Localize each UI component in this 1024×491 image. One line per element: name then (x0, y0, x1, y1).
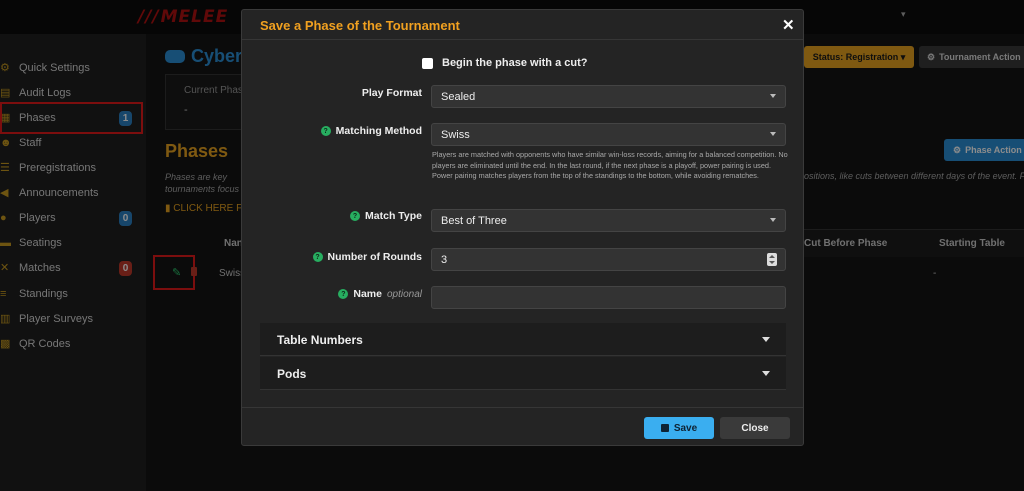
caret-down-icon (762, 371, 770, 376)
save-button[interactable]: Save (644, 417, 714, 439)
caret-down-icon (770, 218, 776, 222)
save-phase-modal: Save a Phase of the Tournament ✕ Begin t… (241, 9, 804, 446)
save-button-label: Save (673, 422, 698, 434)
match-type-label-text: Match Type (365, 210, 422, 222)
cut-option: Begin the phase with a cut? (422, 57, 587, 69)
name-label: ? Name optional (282, 287, 422, 301)
cut-checkbox[interactable] (422, 57, 433, 69)
help-icon[interactable]: ? (338, 289, 349, 299)
play-format-label-text: Play Format (361, 87, 422, 99)
modal-header: Save a Phase of the Tournament ✕ (242, 10, 803, 40)
help-icon[interactable]: ? (320, 126, 331, 136)
name-input[interactable] (431, 286, 786, 309)
play-format-select[interactable]: Sealed (431, 85, 786, 108)
rounds-label-text: Number of Rounds (327, 251, 423, 263)
floppy-disk-icon (660, 424, 669, 432)
caret-down-icon (770, 94, 776, 98)
match-type-label: ? Match Type (302, 209, 422, 223)
help-icon[interactable]: ? (350, 211, 361, 221)
optional-hint: optional (386, 288, 422, 300)
modal-footer (242, 407, 803, 445)
rounds-input[interactable]: 3 (431, 248, 786, 271)
close-button[interactable]: Close (720, 417, 790, 439)
play-format-label: Play Format (302, 86, 422, 100)
table-numbers-label: Table Numbers (277, 333, 363, 347)
stepper-icon[interactable] (767, 253, 777, 266)
modal-title: Save a Phase of the Tournament (260, 18, 460, 33)
matching-method-label-text: Matching Method (335, 125, 422, 137)
name-label-text: Name (353, 288, 382, 300)
matching-method-select[interactable]: Swiss (431, 123, 786, 146)
caret-down-icon (762, 337, 770, 342)
matching-method-value: Swiss (441, 129, 470, 141)
pods-section[interactable]: Pods (260, 357, 786, 390)
match-type-select[interactable]: Best of Three (431, 209, 786, 232)
matching-method-label: ? Matching Method (282, 124, 422, 138)
play-format-value: Sealed (441, 91, 476, 103)
help-icon[interactable]: ? (312, 252, 323, 262)
close-button-label: Close (741, 422, 769, 434)
match-type-value: Best of Three (441, 215, 507, 227)
table-numbers-section[interactable]: Table Numbers (260, 323, 786, 356)
caret-down-icon (770, 132, 776, 136)
rounds-value: 3 (441, 254, 448, 266)
matching-method-help: Players are matched with opponents who h… (432, 150, 788, 180)
pods-label: Pods (277, 367, 307, 381)
rounds-label: ? Number of Rounds (282, 250, 422, 264)
close-icon[interactable]: ✕ (782, 16, 795, 34)
cut-label: Begin the phase with a cut? (442, 57, 588, 69)
